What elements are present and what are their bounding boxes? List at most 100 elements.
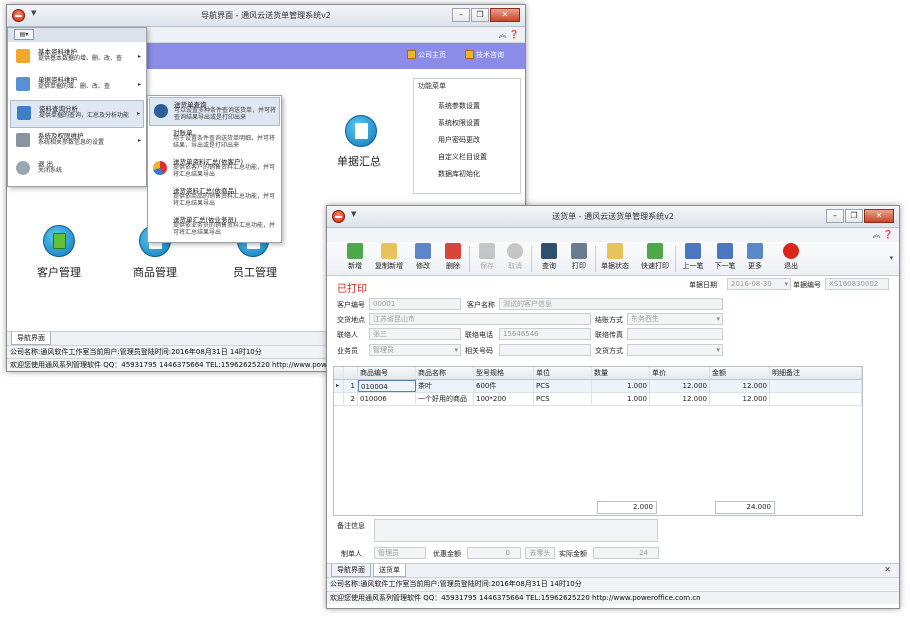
save-button[interactable]: 保存 — [473, 243, 501, 275]
tab-navigation[interactable]: 导航界面 — [11, 332, 51, 345]
related-no-field[interactable] — [499, 344, 591, 356]
prev-icon — [685, 243, 701, 259]
func-system-params[interactable]: 系统参数设置 — [438, 101, 480, 111]
doc-date-field[interactable]: 2016-08-30 — [727, 278, 791, 290]
minimize-icon[interactable]: – — [452, 8, 470, 22]
cancel-button[interactable]: 取消 — [501, 243, 529, 275]
actual-amount-field[interactable]: 24 — [593, 547, 659, 559]
submenu-summary-by-customer[interactable]: 送货单资料汇总(依客户) 提供依客户的销售资料汇总功能，并可将汇总结果导出 — [149, 155, 280, 184]
submenu-delivery-query[interactable]: 送货单查询 可以设置多种条件查询送货单，并可将查询结果导出或是打印出来 — [149, 97, 280, 126]
maker-field[interactable]: 管理员 — [374, 547, 426, 559]
submenu-arrow-icon: ▸ — [137, 53, 141, 60]
support-icon — [465, 50, 474, 59]
cust-code-field[interactable]: 00001 — [369, 298, 461, 310]
col-spec[interactable]: 型号规格 — [474, 367, 534, 379]
clipboard-icon — [607, 243, 623, 259]
toolbar-overflow-icon[interactable]: ▾ — [889, 254, 893, 262]
salesperson-select[interactable]: 管理员 — [369, 344, 461, 356]
customer-management-label[interactable]: 客户管理 — [37, 264, 81, 280]
order-window-title: 送货单 - 通风云送货单管理系统v2 — [552, 212, 674, 221]
nav-titlebar[interactable]: ▼ 导航界面 - 通风云送货单管理系统v2 – ❐ ✕ — [7, 5, 525, 27]
gear-icon — [16, 133, 30, 147]
delivery-order-window: ▼ 送货单 - 通风云送货单管理系统v2 – ❐ ✕ ︽ ❓ 新增 复制新增 修… — [326, 205, 900, 609]
table-row[interactable]: 2 010006 一个好用的商品 100*200 PCS 1.000 12.00… — [334, 393, 862, 406]
delete-button[interactable]: 删除 — [439, 243, 467, 275]
submenu-summary-by-product[interactable]: 送货资料汇总(依商品) 提供依商品的销售资料汇总功能，并可将汇总结果导出 — [149, 184, 280, 213]
help-icon[interactable]: ❓ — [509, 30, 519, 39]
document-summary-icon[interactable] — [345, 115, 377, 147]
cancel-icon — [507, 243, 523, 259]
menu-system-permissions[interactable]: 系统及权限维护 系统相关参数信息的设置 ▸ — [10, 128, 144, 156]
maker-label: 制单人 — [341, 550, 362, 558]
menu-button-icon[interactable]: ▤▾ — [14, 29, 34, 40]
close-icon[interactable]: ✕ — [864, 209, 894, 223]
doc-no-field[interactable]: XS160830002 — [825, 278, 889, 290]
col-price[interactable]: 单价 — [650, 367, 710, 379]
trade-method-select[interactable] — [627, 344, 723, 356]
copy-new-button[interactable]: 复制新增 — [375, 243, 403, 275]
func-system-permissions[interactable]: 系统权限设置 — [438, 118, 480, 128]
col-product-code[interactable]: 商品编号 — [358, 367, 416, 379]
delivery-place-field[interactable]: 江苏省昆山市 — [369, 313, 591, 325]
menu-basic-data[interactable]: 基本资料维护 提供基本数据的增、删、改、查 ▸ — [10, 44, 144, 72]
next-record-button[interactable]: 下一笔 — [711, 243, 739, 275]
collapse-ribbon-icon[interactable]: ︽ — [872, 230, 880, 239]
close-tab-icon[interactable]: ✕ — [884, 565, 891, 574]
discount-field[interactable]: 0 — [467, 547, 521, 559]
printed-status: 已打印 — [337, 284, 367, 295]
discount-label: 优惠金额 — [433, 550, 461, 558]
col-remark[interactable]: 明细备注 — [770, 367, 862, 379]
order-titlebar[interactable]: ▼ 送货单 - 通风云送货单管理系统v2 – ❐ ✕ — [327, 206, 899, 228]
table-row[interactable]: ▸ 1 010004 茶叶 600件 PCS 1.000 12.000 12.0… — [334, 380, 862, 393]
func-custom-columns[interactable]: 自定义栏目设置 — [438, 152, 487, 162]
submenu-statement[interactable]: 对账单 用于设置条件查询送货单明细，并可将结果，导出或是打印出来 — [149, 126, 280, 155]
col-amount[interactable]: 金额 — [710, 367, 770, 379]
cell-product-code[interactable]: 010004 — [358, 380, 416, 392]
menu-exit[interactable]: 退 出 关闭系统 — [10, 156, 144, 184]
cust-name-field[interactable]: 测试的客户信息 — [499, 298, 723, 310]
quick-print-icon — [647, 243, 663, 259]
prev-record-button[interactable]: 上一笔 — [679, 243, 707, 275]
close-icon[interactable]: ✕ — [490, 8, 520, 22]
phone-field[interactable]: 15646546 — [499, 328, 591, 340]
contact-field[interactable]: 张三 — [369, 328, 461, 340]
func-change-password[interactable]: 用户密码更改 — [438, 135, 480, 145]
restore-icon[interactable]: ❐ — [471, 8, 489, 22]
cust-name-label: 客户名称 — [467, 301, 495, 309]
menu-query-analysis[interactable]: 资料查询分析 提供单据的查询，汇总及分析功能 ▸ — [10, 100, 144, 128]
submenu-arrow-icon: ▸ — [136, 110, 140, 117]
document-summary-label[interactable]: 单据汇总 — [337, 153, 381, 169]
func-db-init[interactable]: 数据库初始化 — [438, 169, 480, 179]
new-button[interactable]: 新增 — [341, 243, 369, 275]
edit-button[interactable]: 修改 — [409, 243, 437, 275]
more-button[interactable]: 更多 — [741, 243, 769, 275]
minimize-icon[interactable]: – — [826, 209, 844, 223]
trade-method-label: 交货方式 — [595, 347, 623, 355]
product-management-label[interactable]: 商品管理 — [133, 264, 177, 280]
document-status-button[interactable]: 单据状态 — [601, 243, 629, 275]
tab-navigation[interactable]: 导航界面 — [331, 564, 371, 577]
collapse-ribbon-icon[interactable]: ︽ — [498, 30, 506, 39]
restore-icon[interactable]: ❐ — [845, 209, 863, 223]
tab-delivery-order[interactable]: 送货单 — [373, 564, 406, 577]
help-icon[interactable]: ❓ — [883, 230, 893, 239]
binoculars-icon — [541, 243, 557, 259]
submenu-summary-by-salesperson[interactable]: 送货单汇总(依业务员) 提供依业务员的销售资料汇总功能，并可将汇总结果导出 — [149, 213, 280, 242]
staff-management-label[interactable]: 员工管理 — [233, 264, 277, 280]
settlement-select[interactable]: 东务西生 — [627, 313, 723, 325]
memo-field[interactable] — [374, 519, 658, 542]
col-unit[interactable]: 单位 — [534, 367, 592, 379]
print-button[interactable]: 打印 — [565, 243, 593, 275]
fax-field[interactable] — [627, 328, 723, 340]
query-button[interactable]: 查询 — [535, 243, 563, 275]
company-home-link[interactable]: 公司主页 — [407, 50, 446, 60]
edit-icon — [415, 243, 431, 259]
col-qty[interactable]: 数量 — [592, 367, 650, 379]
menu-document-data[interactable]: 单据资料维护 提供单据的增、删、改、查 ▸ — [10, 72, 144, 100]
tech-support-link[interactable]: 技术咨询 — [465, 50, 504, 60]
col-product-name[interactable]: 商品名称 — [416, 367, 474, 379]
round-off-button[interactable]: 去零头 — [525, 547, 555, 559]
exit-button[interactable]: 退出 — [777, 243, 805, 275]
customer-management-icon[interactable] — [43, 225, 75, 257]
quick-print-button[interactable]: 快速打印 — [641, 243, 669, 275]
